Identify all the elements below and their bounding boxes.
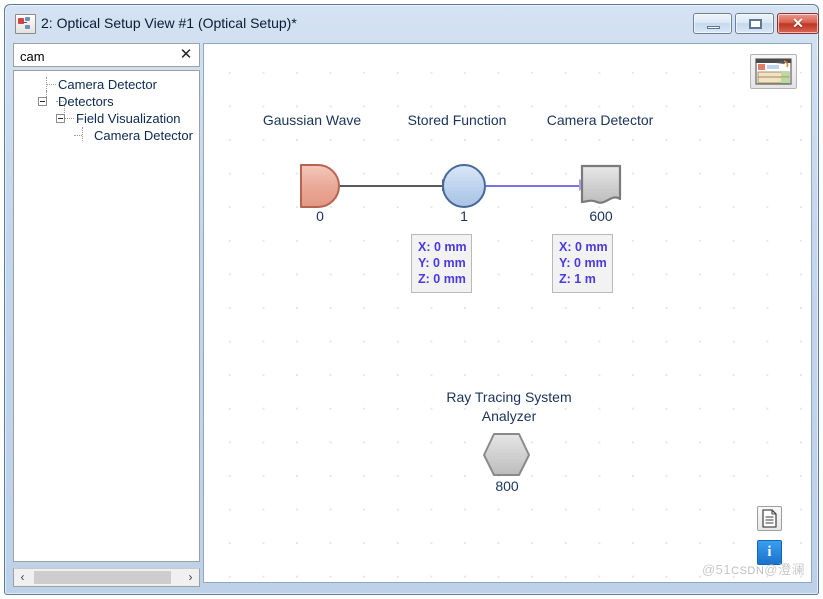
connector-stored-to-camera[interactable]	[485, 185, 581, 187]
optical-setup-view-button[interactable]	[750, 54, 797, 89]
tree-expander-detectors[interactable]	[38, 97, 47, 106]
tree-item-label: Camera Detector	[58, 77, 157, 92]
node-label-stored-function: Stored Function	[407, 112, 507, 128]
watermark-part-3: @澄澜	[764, 562, 805, 577]
node-shape-camera-detector[interactable]	[575, 161, 627, 211]
node-label-gaussian-wave: Gaussian Wave	[262, 112, 362, 128]
tooltip-line-y: Y: 0 mm	[418, 256, 466, 270]
document-icon	[762, 509, 777, 528]
watermark-part-2: CSDN	[731, 565, 765, 577]
tree-item-label: Camera Detector	[94, 128, 193, 143]
connector-gaussian-to-stored[interactable]	[340, 185, 444, 187]
scroll-left-icon[interactable]: ‹	[14, 569, 31, 586]
window-title: 2: Optical Setup View #1 (Optical Setup)…	[41, 15, 297, 31]
close-icon: ✕	[792, 15, 804, 31]
search-box[interactable]: ✕	[13, 43, 200, 67]
tree-item-camera-detector-child[interactable]: Camera Detector	[94, 127, 193, 144]
node-number-stored-function: 1	[460, 208, 468, 224]
clear-search-icon[interactable]: ✕	[178, 47, 194, 64]
tooltip-line-y: Y: 0 mm	[559, 256, 607, 270]
maximize-icon	[749, 19, 762, 29]
node-shape-ray-tracing-analyzer[interactable]	[479, 429, 535, 481]
close-button[interactable]: ✕	[777, 13, 819, 34]
minimize-icon	[707, 26, 720, 29]
watermark-part-1: @51	[701, 562, 732, 577]
node-shape-gaussian-wave[interactable]	[296, 161, 344, 211]
tooltip-line-x: X: 0 mm	[559, 240, 608, 254]
document-button[interactable]	[757, 506, 782, 531]
watermark: @51CSDN@澄澜	[702, 559, 805, 578]
search-input[interactable]	[18, 47, 162, 66]
title-bar: 2: Optical Setup View #1 (Optical Setup)…	[5, 5, 819, 41]
scroll-right-icon[interactable]: ›	[182, 569, 199, 586]
node-number-camera-detector: 600	[589, 208, 613, 224]
minimize-button[interactable]	[693, 13, 732, 34]
tree-item-label: Detectors	[58, 94, 114, 109]
node-shape-stored-function[interactable]	[438, 161, 490, 211]
tree-view[interactable]: Camera Detector Detectors Field Visualiz…	[13, 70, 200, 562]
optical-setup-icon	[15, 14, 36, 34]
tree-expander-field-visualization[interactable]	[56, 114, 65, 123]
sidebar: ✕ Camera Detector Detector	[13, 41, 200, 588]
horizontal-scrollbar[interactable]: ‹ ›	[13, 568, 200, 587]
tooltip-line-z: Z: 1 m	[559, 272, 596, 286]
tooltip-camera-detector: X: 0 mm Y: 0 mm Z: 1 m	[552, 234, 613, 293]
tree-item-camera-detector[interactable]: Camera Detector	[58, 76, 157, 93]
optical-setup-canvas[interactable]: Gaussian Wave Stored Function Camera Det…	[203, 43, 812, 583]
scrollbar-thumb[interactable]	[34, 571, 171, 584]
node-number-ray-tracing-analyzer: 800	[495, 478, 519, 494]
client-area: ✕ Camera Detector Detector	[13, 41, 812, 588]
maximize-button[interactable]	[735, 13, 774, 34]
optical-setup-window: 2: Optical Setup View #1 (Optical Setup)…	[4, 4, 819, 595]
node-label-camera-detector: Camera Detector	[546, 112, 654, 128]
tree-item-label: Field Visualization	[76, 111, 181, 126]
tree-item-detectors[interactable]: Detectors	[58, 93, 114, 110]
tooltip-stored-function: X: 0 mm Y: 0 mm Z: 0 mm	[411, 234, 472, 293]
node-number-gaussian-wave: 0	[316, 208, 324, 224]
node-label-ray-tracing-analyzer: Ray Tracing System Analyzer	[446, 389, 572, 424]
tooltip-line-z: Z: 0 mm	[418, 272, 466, 286]
tooltip-line-x: X: 0 mm	[418, 240, 467, 254]
optical-table-icon	[755, 58, 792, 85]
tree-item-field-visualization[interactable]: Field Visualization	[76, 110, 181, 127]
